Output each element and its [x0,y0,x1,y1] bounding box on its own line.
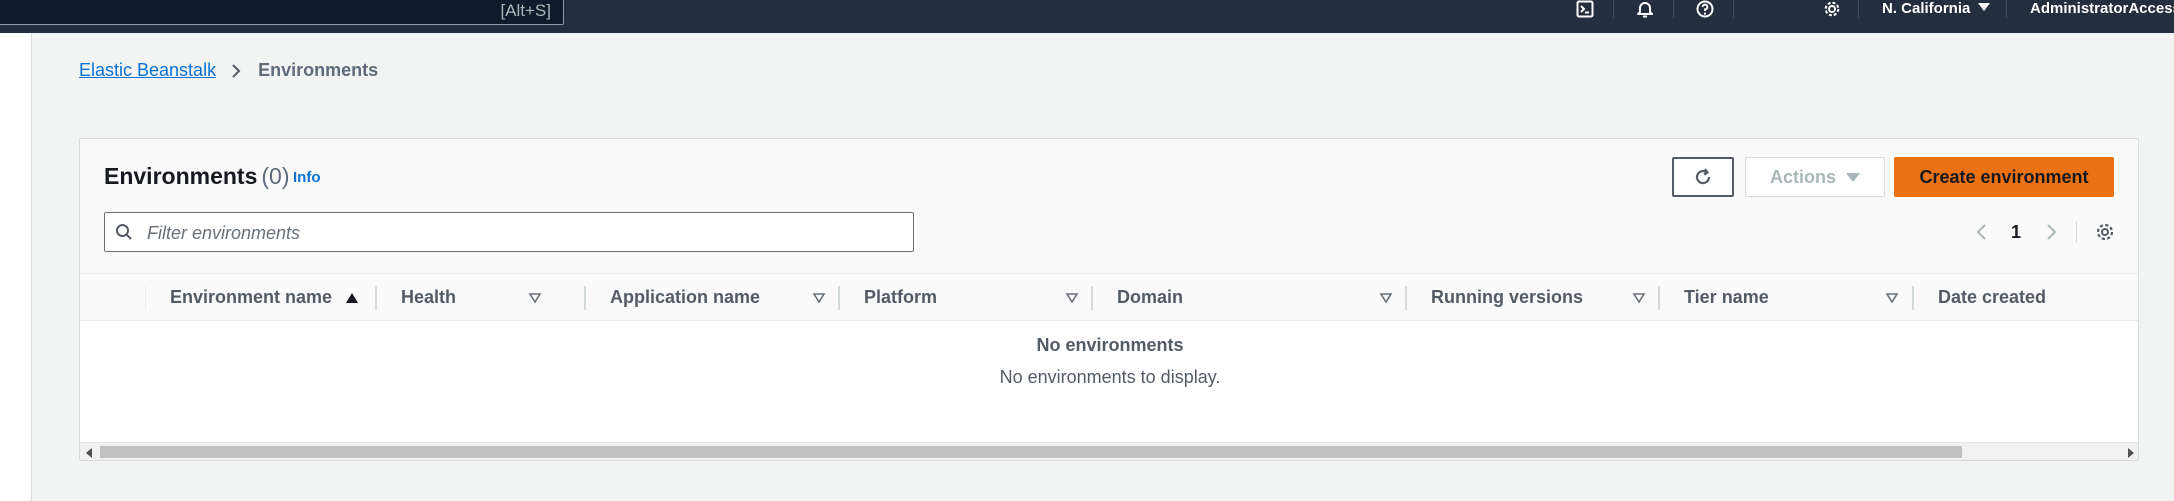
empty-state-description: No environments to display. [999,367,1221,387]
bell-icon[interactable] [1633,0,1657,18]
scrollbar-thumb[interactable] [100,446,1962,458]
side-navigation-collapsed[interactable] [0,33,32,501]
column-running-versions[interactable]: Running versions [1407,274,1657,320]
sort-icon [2136,288,2138,308]
table-header-row: Environment name Health Application name… [80,273,2138,321]
column-label: Running versions [1431,287,1584,307]
refresh-button[interactable] [1672,157,1734,197]
scroll-left-icon[interactable] [86,448,92,458]
preferences-button[interactable] [2092,212,2118,252]
sort-icon [525,288,545,308]
column-label: Health [401,287,457,307]
caret-down-icon [1978,3,1991,11]
empty-state-title: No environments [1036,335,1184,355]
search-shortcut-hint: [Alt+S] [500,1,551,20]
sort-icon [1629,288,1649,308]
nav-separator [2006,0,2007,18]
page-number[interactable]: 1 [2004,212,2028,252]
search-icon [115,223,133,246]
create-environment-button[interactable]: Create environment [1894,157,2114,197]
column-label: Date created [1938,287,2047,307]
account-menu[interactable]: AdministratorAccess/ [2030,0,2174,18]
breadcrumb-current: Environments [258,60,379,80]
current-page: 1 [2010,221,2021,242]
search-input[interactable]: [Alt+S] [0,0,564,25]
column-date-created[interactable]: Date created [1914,274,2138,320]
environment-count: (0) [261,163,290,189]
column-environment-name[interactable]: Environment name [146,274,376,320]
actions-label: Actions [1769,166,1836,187]
scroll-right-icon[interactable] [2128,448,2134,458]
column-label: Environment name [170,287,333,307]
top-navigation: [Alt+S] N. California AdministratorAcces… [0,0,2174,33]
filter-environments[interactable] [104,212,914,252]
sort-icon [1882,288,1902,308]
column-label: Tier name [1684,287,1769,307]
sort-icon [1376,288,1396,308]
info-link[interactable]: Info [293,169,321,186]
sort-ascending-icon [342,288,362,308]
column-tier-name[interactable]: Tier name [1660,274,1910,320]
caret-down-icon [1846,172,1860,182]
settings-icon [2095,222,2115,242]
nav-separator [1733,0,1734,18]
title-text: Environments [104,163,258,189]
sort-icon [809,288,829,308]
filter-input[interactable] [145,219,889,247]
actions-button[interactable]: Actions [1745,157,1885,197]
chevron-right-icon [2044,222,2058,242]
nav-separator [1673,0,1674,18]
nav-separator [1613,0,1614,18]
help-icon[interactable] [1693,0,1717,18]
column-health[interactable]: Health [377,274,564,320]
column-label: Platform [864,287,938,307]
pager-divider [2076,221,2077,243]
nav-separator [1858,0,1859,18]
page-title: Environments (0) [104,163,290,190]
environments-table-container: Environments (0) Info Actions Create envi… [79,138,2139,461]
horizontal-scrollbar[interactable] [80,442,2138,460]
column-label: Application name [610,287,761,307]
column-label: Domain [1117,287,1184,307]
column-platform[interactable]: Platform [840,274,1079,320]
next-page-button[interactable] [2039,212,2063,252]
chevron-right-icon [230,62,242,80]
settings-icon[interactable] [1820,0,1844,18]
region-selector[interactable]: N. California [1882,0,1991,18]
cloudshell-icon[interactable] [1573,0,1597,18]
refresh-icon [1693,167,1713,187]
breadcrumb: Elastic Beanstalk Environments [79,60,378,81]
breadcrumb-elastic-beanstalk[interactable]: Elastic Beanstalk [79,60,216,81]
sort-icon [1062,288,1082,308]
chevron-left-icon [1975,222,1989,242]
region-label: N. California [1882,0,1971,17]
column-domain[interactable]: Domain [1093,274,1393,320]
column-application-name[interactable]: Application name [586,274,836,320]
previous-page-button[interactable] [1970,212,1994,252]
